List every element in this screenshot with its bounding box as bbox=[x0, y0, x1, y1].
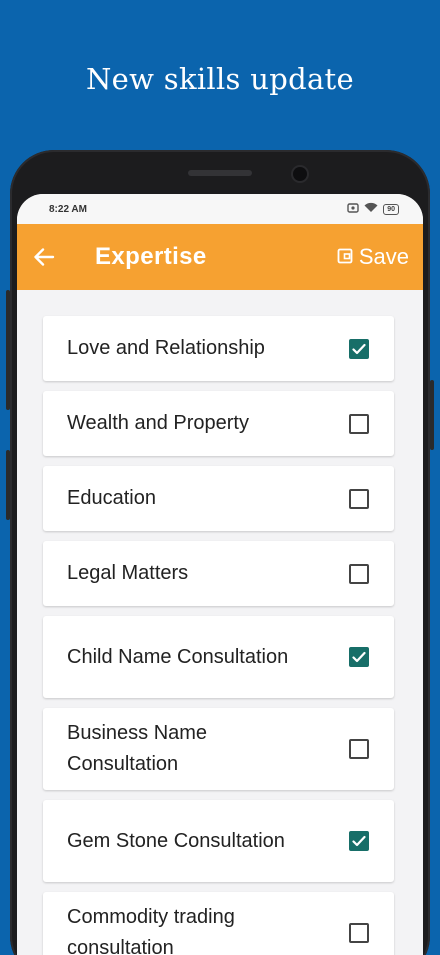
expertise-item[interactable]: Love and Relationship bbox=[43, 316, 394, 381]
checkmark-icon bbox=[352, 651, 366, 663]
status-bar: 8:22 AM 90 bbox=[17, 194, 423, 224]
expertise-list: Love and Relationship Wealth and Propert… bbox=[17, 290, 423, 955]
expertise-item-label: Love and Relationship bbox=[67, 337, 265, 359]
expertise-item[interactable]: Legal Matters bbox=[43, 541, 394, 606]
expertise-checkbox-checked[interactable] bbox=[349, 831, 369, 851]
status-time: 8:22 AM bbox=[49, 203, 87, 215]
phone-power-button bbox=[430, 380, 434, 450]
expertise-checkbox[interactable] bbox=[349, 739, 369, 759]
expertise-item-label: Gem Stone Consultation bbox=[67, 829, 285, 852]
expertise-item[interactable]: Commodity trading consultation bbox=[43, 892, 394, 955]
expertise-item-label: Commodity trading consultation bbox=[67, 906, 235, 955]
expertise-checkbox-checked[interactable] bbox=[349, 647, 369, 667]
expertise-item[interactable]: Education bbox=[43, 466, 394, 531]
phone-camera bbox=[293, 167, 307, 181]
expertise-item[interactable]: Wealth and Property bbox=[43, 391, 394, 456]
status-icons: 90 bbox=[347, 200, 399, 218]
save-icon bbox=[337, 244, 353, 270]
expertise-item[interactable]: Business Name Consultation bbox=[43, 708, 394, 790]
expertise-item-label: Business Name Consultation bbox=[67, 722, 208, 775]
app-screen: 8:22 AM 90 Expertise Save Love and Relat… bbox=[17, 194, 423, 955]
expertise-item-label: Legal Matters bbox=[67, 562, 189, 584]
expertise-item-label: Child Name Consultation bbox=[67, 645, 289, 668]
save-button-label: Save bbox=[358, 244, 409, 269]
expertise-checkbox-checked[interactable] bbox=[349, 338, 369, 359]
wifi-icon bbox=[364, 200, 378, 218]
expertise-checkbox[interactable] bbox=[349, 413, 369, 434]
expertise-item-label: Education bbox=[67, 487, 156, 509]
app-bar: Expertise Save bbox=[17, 224, 423, 290]
expertise-checkbox[interactable] bbox=[349, 563, 369, 584]
notification-icon bbox=[347, 200, 359, 218]
checkmark-icon bbox=[352, 835, 366, 847]
save-button[interactable]: Save bbox=[337, 244, 409, 270]
expertise-checkbox[interactable] bbox=[349, 488, 369, 509]
phone-frame: 8:22 AM 90 Expertise Save Love and Relat… bbox=[6, 150, 434, 955]
expertise-checkbox[interactable] bbox=[349, 923, 369, 943]
promo-title: New skills update bbox=[86, 62, 354, 96]
phone-side-button bbox=[6, 450, 10, 520]
phone-side-button bbox=[6, 290, 10, 410]
expertise-item[interactable]: Child Name Consultation bbox=[43, 616, 394, 698]
page-title: Expertise bbox=[95, 243, 207, 270]
checkmark-icon bbox=[352, 343, 366, 354]
expertise-item-label: Wealth and Property bbox=[67, 412, 249, 434]
expertise-item[interactable]: Gem Stone Consultation bbox=[43, 800, 394, 882]
phone-speaker bbox=[188, 170, 252, 176]
battery-indicator: 90 bbox=[383, 203, 399, 215]
back-arrow-icon[interactable] bbox=[33, 244, 59, 270]
